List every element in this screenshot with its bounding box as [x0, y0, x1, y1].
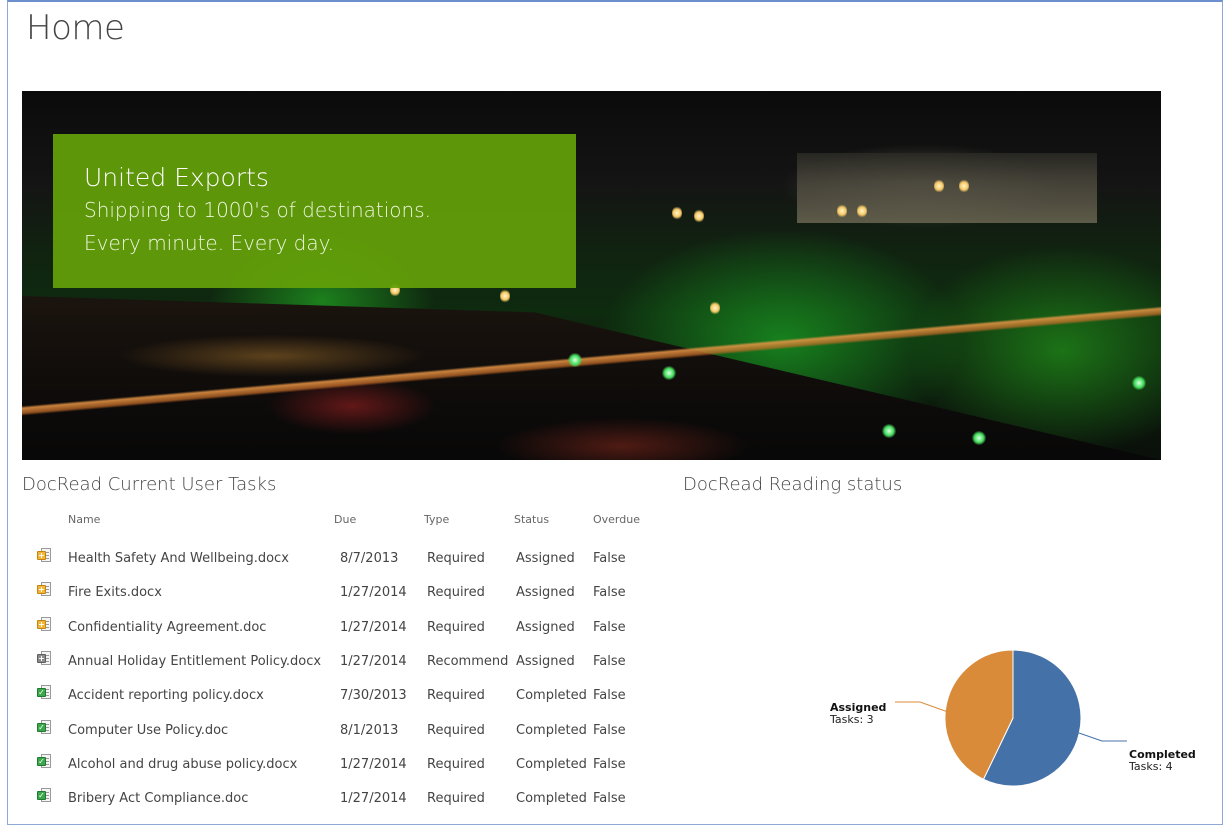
task-name-link[interactable]: Alcohol and drug abuse policy.docx — [68, 757, 297, 772]
column-header-status[interactable]: Status — [514, 513, 549, 526]
doc-completed-icon: ✓ — [37, 788, 52, 803]
task-type: Recommend — [427, 653, 509, 669]
hero-tagline-1: Shipping to 1000's of destinations. — [84, 198, 431, 222]
task-overdue: False — [593, 585, 626, 601]
page-title: Home — [26, 8, 125, 48]
reading-status-webpart-title[interactable]: DocRead Reading status — [683, 474, 902, 495]
task-due-date: 7/30/2013 — [340, 688, 407, 704]
doc-assigned-icon: + — [37, 548, 52, 563]
task-due-date: 1/27/2014 — [340, 791, 407, 807]
task-status: Assigned — [516, 619, 575, 635]
task-name-link[interactable]: Annual Holiday Entitlement Policy.docx — [68, 654, 321, 669]
hero-lamp — [934, 179, 944, 193]
column-header-overdue[interactable]: Overdue — [593, 513, 640, 526]
hero-lamp — [672, 206, 682, 220]
hero-light — [568, 353, 582, 367]
pie-label-detail-completed: Tasks: 4 — [1128, 760, 1173, 773]
task-status: Completed — [516, 688, 587, 704]
hero-light — [882, 424, 896, 438]
task-due-date: 1/27/2014 — [340, 653, 407, 669]
task-overdue: False — [593, 722, 626, 738]
hero-lamp — [959, 179, 969, 193]
hero-banner-image: United Exports Shipping to 1000's of des… — [22, 91, 1161, 460]
task-type: Required — [427, 722, 485, 738]
column-header-type[interactable]: Type — [424, 513, 449, 526]
task-overdue: False — [593, 551, 626, 566]
task-status: Completed — [516, 756, 587, 772]
doc-recommended-icon: + — [37, 650, 52, 666]
tasks-webpart-title[interactable]: DocRead Current User Tasks — [22, 474, 276, 495]
doc-assigned-icon: + — [37, 582, 52, 597]
reading-status-pie-chart: CompletedTasks: 4AssignedTasks: 3 — [829, 649, 1196, 787]
hero-lamp — [837, 204, 847, 218]
task-status: Assigned — [516, 551, 575, 566]
doc-assigned-icon: + — [37, 616, 52, 632]
hero-lamp — [500, 289, 510, 303]
pie-label-detail-assigned: Tasks: 3 — [829, 713, 874, 726]
hero-embankment-lights — [22, 286, 1161, 436]
task-status: Assigned — [516, 585, 575, 601]
task-overdue: False — [593, 619, 626, 635]
task-name-link[interactable]: Bribery Act Compliance.doc — [68, 791, 248, 806]
table-row[interactable]: + Confidentiality Agreement.doc 1/27/2014 R… — [34, 612, 664, 646]
pie-leader-line-assigned — [895, 701, 949, 713]
column-header-name[interactable]: Name — [68, 513, 100, 526]
hero-lamp — [694, 209, 704, 223]
hero-tagline-2: Every minute. Every day. — [84, 231, 334, 255]
task-name-link[interactable]: Computer Use Policy.doc — [68, 723, 228, 738]
task-due-date: 1/27/2014 — [340, 619, 407, 635]
hero-light — [1132, 376, 1146, 390]
task-type: Required — [427, 585, 485, 601]
task-overdue: False — [593, 688, 626, 704]
table-row[interactable]: ✓ Computer Use Policy.doc 8/1/2013 Required… — [34, 715, 664, 749]
doc-completed-icon: ✓ — [37, 685, 52, 700]
hero-light — [972, 431, 986, 445]
task-type: Required — [427, 756, 485, 772]
task-type: Required — [427, 791, 485, 807]
column-header-due[interactable]: Due — [334, 513, 356, 526]
hero-lamp — [857, 204, 867, 218]
task-type: Required — [427, 619, 485, 635]
table-row[interactable]: ✓ Bribery Act Compliance.doc 1/27/2014 Requ… — [34, 783, 664, 817]
task-overdue: False — [593, 791, 626, 807]
task-name-link[interactable]: Fire Exits.docx — [68, 585, 162, 600]
hero-lamp — [710, 301, 720, 315]
task-overdue: False — [593, 653, 626, 669]
task-due-date: 8/1/2013 — [340, 722, 399, 738]
task-type: Required — [427, 688, 485, 704]
task-due-date: 1/27/2014 — [340, 756, 407, 772]
table-row[interactable]: ✓ Accident reporting policy.docx 7/30/2013… — [34, 680, 664, 714]
task-name-link[interactable]: Confidentiality Agreement.doc — [68, 620, 266, 635]
table-row[interactable]: + Health Safety And Wellbeing.docx 8/7/201… — [34, 543, 664, 577]
task-status: Completed — [516, 722, 587, 738]
pie-leader-line-completed — [1078, 732, 1127, 742]
task-status: Completed — [516, 791, 587, 807]
task-overdue: False — [593, 756, 626, 772]
hero-light — [662, 366, 676, 380]
table-row[interactable]: ✓ Alcohol and drug abuse policy.docx 1/27/… — [34, 749, 664, 783]
task-name-link[interactable]: Accident reporting policy.docx — [68, 688, 264, 703]
table-row[interactable]: + Annual Holiday Entitlement Policy.docx 1… — [34, 646, 664, 680]
hero-caption-box: United Exports Shipping to 1000's of des… — [53, 134, 576, 288]
task-due-date: 8/7/2013 — [340, 551, 399, 566]
task-name-link[interactable]: Health Safety And Wellbeing.docx — [68, 551, 289, 566]
hero-heading: United Exports — [84, 163, 269, 192]
task-type: Required — [427, 551, 485, 566]
doc-completed-icon: ✓ — [37, 753, 52, 769]
table-row[interactable]: + Fire Exits.docx 1/27/2014 Required Assigne… — [34, 577, 664, 611]
task-due-date: 1/27/2014 — [340, 585, 407, 601]
task-status: Assigned — [516, 653, 575, 669]
doc-completed-icon: ✓ — [37, 719, 52, 735]
